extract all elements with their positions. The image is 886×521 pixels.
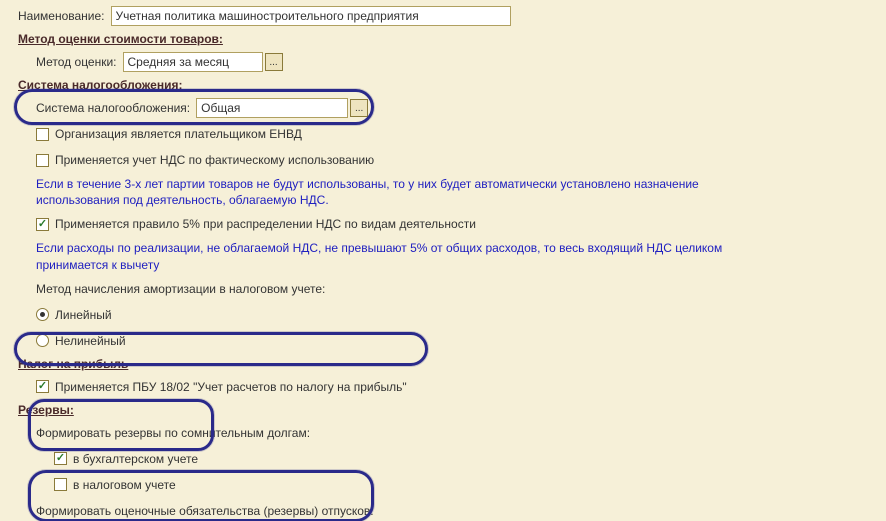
deprec-linear-radio[interactable] xyxy=(36,308,49,321)
doubtful-tax-checkbox[interactable] xyxy=(54,478,67,491)
doubtful-accounting-label: в бухгалтерском учете xyxy=(73,452,198,466)
envd-checkbox[interactable] xyxy=(36,128,49,141)
vat-fact-checkbox[interactable] xyxy=(36,154,49,167)
profit-tax-section-title: Налог на прибыль xyxy=(18,357,876,371)
doubtful-label: Формировать резервы по сомнительным долг… xyxy=(36,426,310,440)
rule5-help: Если расходы по реализации, не облагаемо… xyxy=(36,240,736,272)
pbu-checkbox[interactable] xyxy=(36,380,49,393)
valuation-value: Средняя за месяц xyxy=(128,55,258,69)
tax-system-input[interactable]: Общая xyxy=(196,98,348,118)
tax-system-label: Система налогообложения: xyxy=(36,101,190,115)
tax-system-section-title: Система налогообложения: xyxy=(18,78,876,92)
vacation-label: Формировать оценочные обязательства (рез… xyxy=(36,504,374,518)
valuation-input[interactable]: Средняя за месяц xyxy=(123,52,263,72)
rule5-checkbox[interactable] xyxy=(36,218,49,231)
name-label: Наименование: xyxy=(18,9,105,23)
deprec-nonlinear-radio[interactable] xyxy=(36,334,49,347)
reserves-section-title: Резервы: xyxy=(18,403,876,417)
valuation-select-button[interactable]: ... xyxy=(265,53,283,71)
vat-fact-label: Применяется учет НДС по фактическому исп… xyxy=(55,153,374,167)
tax-system-select-button[interactable]: ... xyxy=(350,99,368,117)
deprec-label: Метод начисления амортизации в налоговом… xyxy=(36,282,325,296)
deprec-linear-label: Линейный xyxy=(55,308,112,322)
doubtful-accounting-checkbox[interactable] xyxy=(54,452,67,465)
goods-section-title: Метод оценки стоимости товаров: xyxy=(18,32,876,46)
pbu-label: Применяется ПБУ 18/02 "Учет расчетов по … xyxy=(55,380,407,394)
valuation-label: Метод оценки: xyxy=(36,55,117,69)
tax-system-value: Общая xyxy=(201,101,343,115)
deprec-nonlinear-label: Нелинейный xyxy=(55,334,126,348)
name-input[interactable]: Учетная политика машиностроительного пре… xyxy=(111,6,511,26)
name-value: Учетная политика машиностроительного пре… xyxy=(116,9,506,23)
vat-fact-help: Если в течение 3-х лет партии товаров не… xyxy=(36,176,736,208)
rule5-label: Применяется правило 5% при распределении… xyxy=(55,217,476,231)
doubtful-tax-label: в налоговом учете xyxy=(73,478,176,492)
envd-label: Организация является плательщиком ЕНВД xyxy=(55,127,302,141)
